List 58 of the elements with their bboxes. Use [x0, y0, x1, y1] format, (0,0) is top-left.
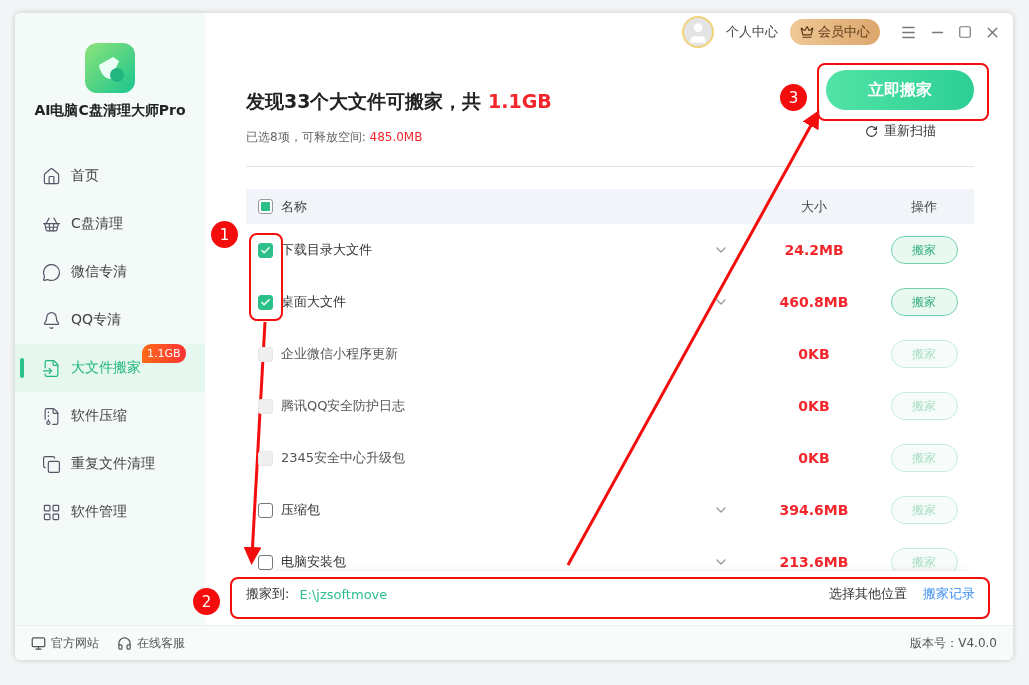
headphones-icon [117, 635, 132, 651]
file-group-name: 桌面大文件 [281, 293, 346, 311]
size-cell-text: 0KB [797, 398, 831, 414]
size-cell-text: 460.8MB [778, 294, 850, 310]
sidebar-item[interactable]: QQ专清 [15, 296, 205, 344]
size-cell-text: 0KB [797, 450, 831, 466]
row-checkbox[interactable] [258, 242, 273, 258]
row-checkbox[interactable] [258, 554, 273, 570]
file-group-name: 电脑安装包 [281, 553, 346, 571]
column-header: 大小 [801, 197, 827, 216]
avatar-icon [682, 16, 714, 48]
column-header: 名称 [281, 197, 307, 216]
select-all-checkbox[interactable] [258, 199, 273, 214]
sidebar-item[interactable]: 软件压缩 [15, 392, 205, 440]
choose-location-link[interactable]: 选择其他位置 [829, 585, 907, 603]
home-icon [42, 166, 61, 186]
count-badge: 1.1GB [142, 344, 186, 363]
heading: 发现33个大文件可搬家，共 1.1GB [246, 89, 552, 114]
summary-text: 已选8项，可释放空间: 485.0MB [246, 129, 424, 146]
row-checkbox[interactable] [258, 502, 273, 518]
version-text: 版本号：V4.0.0 [910, 634, 997, 652]
sidebar-item[interactable]: C盘清理 [15, 200, 205, 248]
file-group-name: 2345安全中心升级包 [281, 449, 406, 467]
check-icon [260, 244, 271, 256]
file-group-name: 企业微信小程序更新 [281, 345, 398, 363]
app-logo-icon [85, 43, 135, 93]
sidebar-item[interactable]: 软件管理 [15, 488, 205, 536]
member-button[interactable]: 会员中心 [790, 19, 880, 45]
bell-icon [42, 310, 61, 330]
sidebar-item[interactable]: 重复文件清理 [15, 440, 205, 488]
refresh-icon [864, 124, 878, 138]
size-cell-text: 394.6MB [778, 502, 850, 518]
app-name: AI电脑C盘清理大师Pro [33, 102, 187, 120]
destination-path: E:\jzsoftmove [299, 586, 388, 602]
archive-file-icon [42, 406, 61, 426]
chat-bubble-icon [42, 262, 61, 282]
size-cell-text: 0KB [797, 346, 831, 362]
profile-link[interactable]: 个人中心 [726, 23, 778, 41]
sidebar-item[interactable]: 微信专清 [15, 248, 205, 296]
file-group-name: 腾讯QQ安全防护日志 [281, 397, 406, 415]
grid-icon [42, 502, 61, 522]
website-link[interactable]: 官方网站 [31, 634, 99, 652]
size-cell-text: 24.2MB [783, 242, 845, 258]
file-arrow-icon [42, 358, 61, 378]
monitor-icon [31, 635, 46, 651]
check-icon [260, 296, 271, 308]
crown-icon [800, 25, 814, 39]
history-link[interactable]: 搬家记录 [923, 585, 975, 603]
sidebar-item[interactable]: 首页 [15, 152, 205, 200]
rescan-button[interactable]: 重新扫描 [864, 122, 936, 140]
maximize-icon[interactable] [958, 25, 972, 39]
support-link[interactable]: 在线客服 [117, 634, 185, 652]
file-group-name: 压缩包 [281, 501, 320, 519]
copy-icon [42, 454, 61, 474]
destination-label: 搬家到: [246, 585, 290, 603]
row-checkbox[interactable] [258, 294, 273, 310]
column-header: 操作 [911, 197, 937, 216]
size-cell-text: 213.6MB [778, 554, 850, 570]
